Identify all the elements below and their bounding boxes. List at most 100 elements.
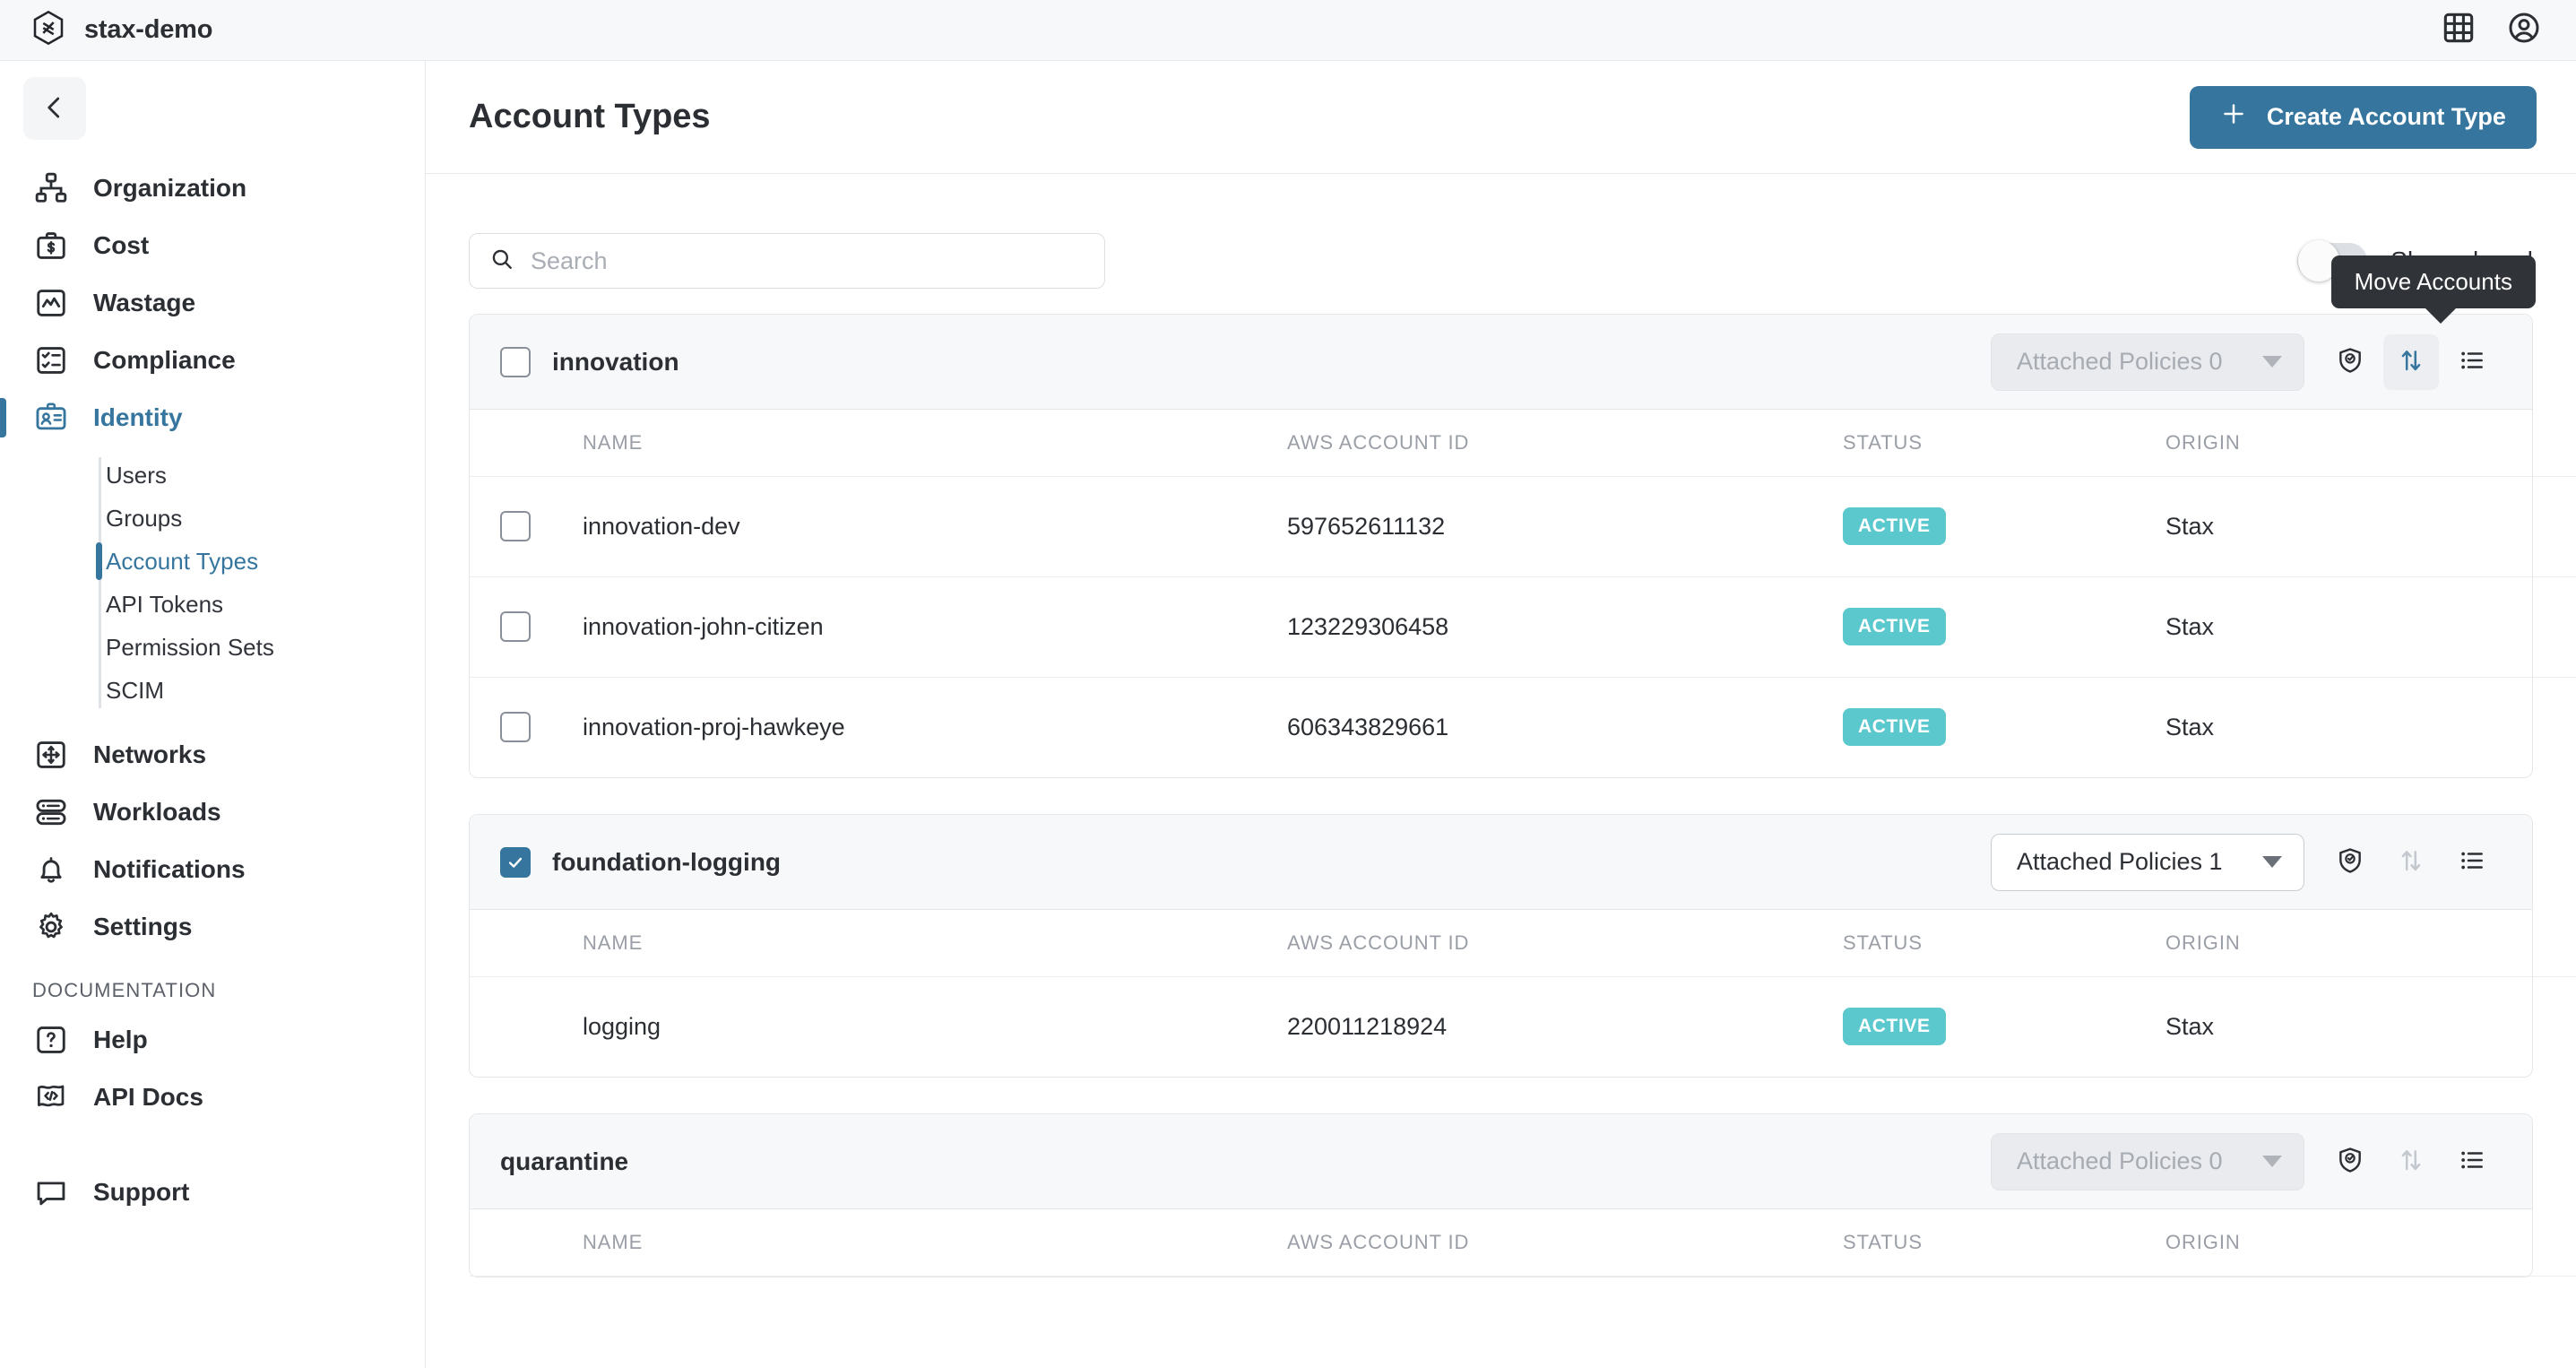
status-badge: ACTIVE — [1843, 608, 1946, 645]
list-toolbar: Show closed — [469, 208, 2533, 314]
table-row[interactable]: innovation-proj-hawkeye 606343829661 ACT… — [470, 677, 2576, 777]
sidebar-item-help[interactable]: Help — [0, 1011, 425, 1069]
table-row[interactable]: innovation-dev 597652611132 ACTIVE Stax — [470, 476, 2576, 577]
shield-check-icon-button[interactable] — [2322, 835, 2378, 890]
table-head: NAME AWS ACCOUNT ID STATUS ORIGIN — [470, 1209, 2576, 1277]
move-accounts-button — [2383, 1134, 2439, 1190]
search-icon — [489, 247, 514, 276]
group-header-left: foundation-logging — [500, 846, 781, 878]
sidebar-item-api-docs[interactable]: API Docs — [0, 1069, 425, 1126]
group-header-left: quarantine — [500, 1147, 628, 1176]
sidebar-item-organization[interactable]: Organization — [0, 160, 425, 217]
sidebar-subnav-identity: Users Groups Account Types API Tokens Pe… — [0, 454, 425, 712]
grid-apps-icon[interactable] — [2443, 13, 2474, 48]
sidebar-item-settings[interactable]: Settings — [0, 898, 425, 956]
sidebar-item-label: Cost — [93, 231, 150, 259]
table-head: NAME AWS ACCOUNT ID STATUS ORIGIN — [470, 410, 2576, 477]
sidebar-item-networks[interactable]: Networks — [0, 726, 425, 784]
chat-bubble-icon — [32, 1173, 70, 1211]
table-row[interactable]: innovation-john-citizen 123229306458 ACT… — [470, 576, 2576, 678]
shield-check-icon-button[interactable] — [2322, 334, 2378, 390]
row-select-checkbox[interactable] — [500, 511, 531, 541]
cell-origin: Stax — [2165, 576, 2576, 678]
sidebar-item-label: API Docs — [93, 1083, 203, 1111]
brand-name: stax-demo — [84, 15, 213, 44]
account-type-group: foundation-logging Attached Policies 1 N… — [469, 814, 2576, 1078]
stax-hexagon-logo-icon — [32, 10, 65, 50]
group-select-checkbox[interactable] — [500, 846, 531, 878]
cell-status: ACTIVE — [1843, 576, 2165, 678]
sidebar-item-support[interactable]: Support — [0, 1164, 425, 1221]
body: Organization Cost Wastage Compliance Ide… — [0, 61, 2576, 1368]
header-select — [470, 910, 552, 977]
create-account-type-button[interactable]: Create Account Type — [2189, 85, 2537, 149]
sidebar-item-identity[interactable]: Identity — [0, 389, 425, 446]
row-select-cell — [470, 476, 552, 577]
cell-status: ACTIVE — [1843, 677, 2165, 777]
account-type-group: quarantine Attached Policies 0 NAME AWS … — [469, 1113, 2576, 1277]
sidebar-subitem-label: API Tokens — [106, 590, 224, 618]
row-select-checkbox[interactable] — [500, 712, 531, 743]
move-accounts-button[interactable] — [2382, 333, 2439, 390]
chevron-left-icon — [41, 94, 68, 124]
group-actions: Attached Policies 1 — [1990, 833, 2500, 891]
group-name: quarantine — [500, 1147, 629, 1175]
cell-name: logging — [583, 1012, 661, 1040]
group-list-button[interactable] — [2444, 835, 2500, 890]
column-header-origin: ORIGIN — [2165, 1209, 2576, 1277]
user-circle-icon[interactable] — [2508, 12, 2540, 48]
group-select-checkbox[interactable] — [500, 346, 531, 377]
sidebar-item-notifications[interactable]: Notifications — [0, 841, 425, 898]
cell-origin: Stax — [2165, 1012, 2215, 1040]
sidebar-subitem-scim[interactable]: SCIM — [106, 669, 425, 712]
cell-account-id: 123229306458 — [1287, 576, 1843, 678]
sidebar-item-label: Compliance — [93, 346, 236, 374]
shield-check-icon-button[interactable] — [2322, 1134, 2378, 1190]
accounts-table: NAME AWS ACCOUNT ID STATUS ORIGIN — [470, 410, 2576, 777]
sidebar-subitem-groups[interactable]: Groups — [106, 497, 425, 540]
search-box[interactable] — [469, 233, 1105, 289]
sidebar-subitem-users[interactable]: Users — [106, 454, 425, 497]
move-accounts-tooltip: Move Accounts — [2330, 255, 2536, 324]
row-select-checkbox[interactable] — [500, 611, 531, 642]
app-root: stax-demo Organization Cost Wastage Comp… — [0, 0, 2576, 1368]
sidebar-subitem-permission-sets[interactable]: Permission Sets — [106, 626, 425, 669]
group-name: innovation — [552, 347, 679, 376]
sidebar-collapse-button[interactable] — [23, 77, 86, 140]
gear-icon — [32, 908, 70, 946]
sidebar-subitem-label: SCIM — [106, 676, 164, 704]
move-accounts-icon — [2397, 846, 2425, 878]
group-header: foundation-logging Attached Policies 1 — [470, 815, 2532, 910]
cell-account-id: 606343829661 — [1287, 713, 1449, 740]
status-badge: ACTIVE — [1843, 507, 1946, 545]
sidebar-item-workloads[interactable]: Workloads — [0, 784, 425, 841]
brand[interactable]: stax-demo — [32, 10, 212, 50]
server-stack-icon — [32, 793, 70, 831]
sidebar-item-label: Settings — [93, 913, 193, 940]
table-row[interactable]: logging 220011218924 ACTIVE Stax — [470, 976, 2576, 1077]
group-list-button[interactable] — [2444, 334, 2500, 390]
search-input[interactable] — [531, 247, 1085, 275]
group-list-button[interactable] — [2444, 1134, 2500, 1190]
sidebar-item-wastage[interactable]: Wastage — [0, 274, 425, 332]
sidebar-item-label: Organization — [93, 174, 247, 202]
header-select — [470, 410, 552, 477]
cell-status: ACTIVE — [1843, 976, 2165, 1077]
sidebar-item-cost[interactable]: Cost — [0, 217, 425, 274]
cell-origin: Stax — [2165, 476, 2576, 577]
question-box-icon — [32, 1021, 70, 1059]
page-title: Account Types — [469, 98, 711, 135]
sidebar-item-label: Wastage — [93, 289, 196, 316]
sidebar-subitem-label: Permission Sets — [106, 633, 274, 661]
attached-policies-dropdown[interactable]: Attached Policies 1 — [1990, 833, 2304, 891]
sidebar-subitem-label: Users — [106, 461, 167, 489]
list-icon — [2458, 346, 2486, 377]
sidebar-item-compliance[interactable]: Compliance — [0, 332, 425, 389]
sidebar-subitem-label: Account Types — [106, 547, 259, 575]
sidebar-subitem-account-types[interactable]: Account Types — [96, 540, 425, 583]
sidebar-subitem-api-tokens[interactable]: API Tokens — [106, 583, 425, 626]
group-header: innovation Attached Policies 0 Move Acco… — [470, 255, 2536, 410]
content-area: Show closed innovation Attached Polici — [426, 174, 2576, 1368]
attached-policies-dropdown: Attached Policies 0 — [1990, 1132, 2304, 1191]
chevron-down-icon — [2261, 356, 2282, 368]
